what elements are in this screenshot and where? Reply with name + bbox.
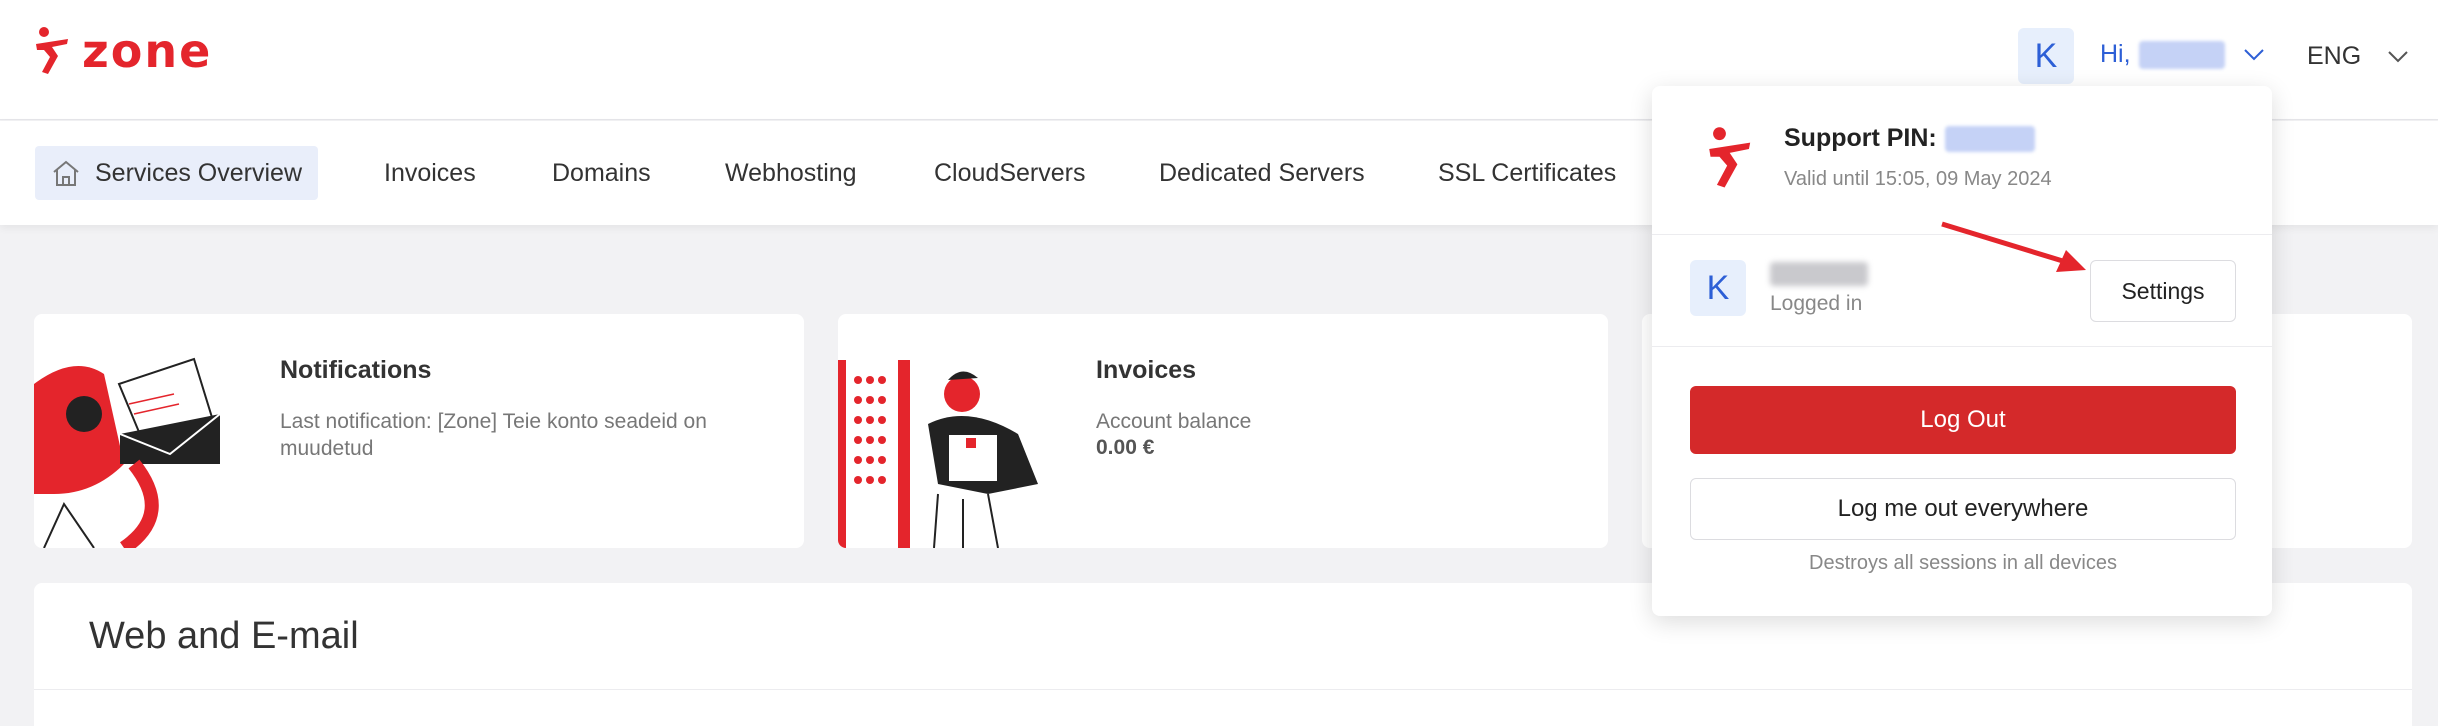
nav-cloudservers[interactable]: CloudServers xyxy=(918,146,1101,200)
account-balance-value: 0.00 € xyxy=(1096,436,1155,459)
nav-webhosting[interactable]: Webhosting xyxy=(709,146,873,200)
greeting-text: Hi, xyxy=(2100,40,2131,68)
language-selector[interactable]: ENG xyxy=(2307,42,2409,71)
invoice-illustration xyxy=(838,360,1038,548)
section-title: Web and E-mail xyxy=(89,615,359,657)
annotation-arrow-icon xyxy=(1941,221,2086,272)
chevron-down-icon xyxy=(2243,48,2264,60)
home-icon xyxy=(53,160,79,186)
invoices-card[interactable]: Invoices Account balance 0.00 € xyxy=(838,314,1608,548)
user-avatar: K xyxy=(1690,260,1746,316)
card-description: Last notification: [Zone] Teie konto sea… xyxy=(280,410,707,460)
username-redacted xyxy=(2138,40,2225,69)
zone-logo[interactable]: zone xyxy=(34,26,212,76)
logout-everywhere-note: Destroys all sessions in all devices xyxy=(1809,552,2117,574)
settings-button[interactable]: Settings xyxy=(2090,260,2236,322)
runner-logo-icon xyxy=(36,27,68,74)
section-divider xyxy=(34,689,2412,690)
dropdown-divider xyxy=(1652,346,2272,347)
language-label: ENG xyxy=(2307,42,2362,70)
nav-dedicated-servers[interactable]: Dedicated Servers xyxy=(1143,146,1381,200)
card-title: Notifications xyxy=(280,356,432,384)
nav-invoices[interactable]: Invoices xyxy=(368,146,492,200)
notification-illustration xyxy=(34,357,221,548)
user-menu-dropdown: Support PIN: Valid until 15:05, 09 May 2… xyxy=(1652,86,2272,616)
logout-button[interactable]: Log Out xyxy=(1690,386,2236,454)
nav-services-overview[interactable]: Services Overview xyxy=(35,146,318,200)
account-balance-label: Account balance xyxy=(1096,410,1252,433)
login-status: Logged in xyxy=(1770,292,1863,315)
user-avatar[interactable]: K xyxy=(2018,28,2074,84)
username-redacted xyxy=(1770,262,1868,286)
logout-everywhere-button[interactable]: Log me out everywhere xyxy=(1690,478,2236,540)
card-title: Invoices xyxy=(1096,356,1197,384)
notifications-card[interactable]: Notifications Last notification: [Zone] … xyxy=(34,314,804,548)
support-pin-redacted xyxy=(1944,125,2035,152)
support-pin-validity: Valid until 15:05, 09 May 2024 xyxy=(1784,168,2052,190)
brand-name: zone xyxy=(82,24,213,78)
runner-logo-icon xyxy=(1709,127,1751,188)
support-pin-label: Support PIN: xyxy=(1784,124,1937,152)
nav-ssl-certificates[interactable]: SSL Certificates xyxy=(1422,146,1632,200)
support-pin: Support PIN: xyxy=(1784,124,2035,153)
chevron-down-icon xyxy=(2388,50,2408,62)
nav-label: Services Overview xyxy=(95,158,302,187)
nav-domains[interactable]: Domains xyxy=(536,146,667,200)
user-menu-toggle[interactable]: Hi, xyxy=(2100,40,2265,69)
